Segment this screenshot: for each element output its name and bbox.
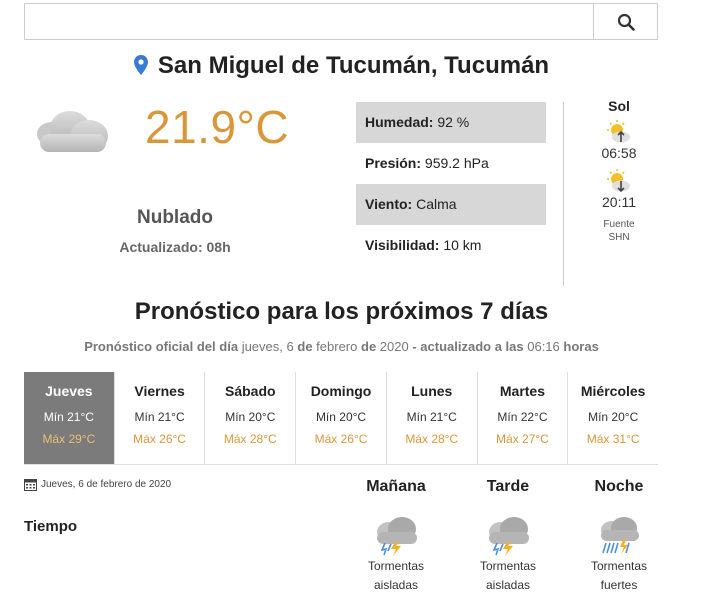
detail-value: 959.2 hPa (424, 155, 489, 171)
day-tab-domingo[interactable]: Domingo Mín 20°C Máx 26°C (296, 372, 387, 464)
search-button[interactable] (593, 4, 657, 39)
day-min: Mín 22°C (497, 410, 548, 424)
day-tab-lunes[interactable]: Lunes Mín 21°C Máx 28°C (387, 372, 478, 464)
subtitle-month: febrero (316, 339, 358, 354)
search-input[interactable] (25, 4, 593, 39)
day-name: Miércoles (580, 383, 646, 399)
updated-time: Actualizado: 08h (119, 239, 231, 255)
current-temperature: 21.9°C (145, 101, 290, 153)
day-name: Domingo (310, 383, 372, 399)
day-min: Mín 21°C (43, 410, 94, 424)
storm-cloud-icon (351, 516, 441, 556)
detail-date: Jueves, 6 de febrero de 2020 (24, 478, 171, 491)
day-tab-jueves[interactable]: Jueves Mín 21°C Máx 29°C (24, 372, 115, 464)
detail-value: 10 km (443, 237, 482, 253)
period-desc-2: fuertes (600, 578, 638, 592)
sunset-time: 20:11 (602, 194, 636, 210)
current-condition: Nublado (137, 207, 213, 228)
detail-value: Calma (416, 196, 457, 212)
subtitle-de: de (297, 339, 313, 354)
subtitle-updated: - actualizado a las (412, 339, 524, 354)
period-desc-1: Tormentas (367, 559, 425, 573)
day-tab-martes[interactable]: Martes Mín 22°C Máx 27°C (478, 372, 569, 464)
cloud-icon (32, 106, 112, 163)
heavy-storm-icon (574, 516, 664, 556)
detail-label: Viento: (365, 196, 413, 212)
source-label: Fuente (603, 219, 635, 230)
location-title: San Miguel de Tucumán, Tucumán (0, 52, 683, 80)
divider (563, 102, 564, 286)
sunrise-time: 06:58 (601, 145, 637, 161)
subtitle-year: 2020 (379, 339, 409, 354)
subtitle-time: 06:16 (527, 339, 560, 354)
location-name: San Miguel de Tucumán, Tucumán (157, 52, 550, 79)
day-tab-sabado[interactable]: Sábado Mín 20°C Máx 28°C (205, 372, 297, 464)
search-icon (617, 13, 635, 31)
detail-label: Humedad: (365, 114, 434, 130)
day-name: Lunes (411, 383, 453, 399)
day-max: Máx 29°C (42, 432, 96, 446)
subtitle-weekday: jueves, (241, 339, 283, 354)
detail-row-wind: Viento: Calma (356, 184, 546, 225)
period-name: Mañana (366, 478, 426, 495)
day-max: Máx 31°C (586, 432, 640, 446)
period-desc-1: Tormentas (479, 559, 537, 573)
day-tab-miercoles[interactable]: Miércoles Mín 20°C Máx 31°C (568, 372, 658, 464)
day-max: Máx 26°C (133, 432, 186, 446)
day-min: Mín 20°C (315, 410, 367, 424)
sun-title: Sol (608, 98, 630, 114)
period-noche: Noche Tormentas fuertes (574, 478, 664, 594)
subtitle-day: 6 (286, 339, 294, 354)
period-desc-1: Tormentas (590, 559, 648, 573)
day-min: Mín 21°C (134, 410, 185, 424)
details-table: Humedad: 92 % Presión: 959.2 hPa Viento:… (356, 102, 546, 266)
detail-label: Visibilidad: (365, 237, 440, 253)
forecast-days: Jueves Mín 21°C Máx 29°C Viernes Mín 21°… (24, 372, 658, 465)
sunset-icon (588, 168, 650, 194)
map-pin-icon (133, 55, 148, 75)
day-max: Máx 26°C (314, 432, 368, 446)
detail-row-pressure: Presión: 959.2 hPa (356, 143, 546, 184)
detail-row-humidity: Humedad: 92 % (356, 102, 546, 143)
period-desc-2: aisladas (373, 578, 419, 592)
sunrise-icon (588, 119, 650, 145)
period-tarde: Tarde Tormentas aisladas (463, 478, 553, 594)
day-min: Mín 21°C (406, 410, 457, 424)
subtitle-suffix: horas (563, 339, 599, 354)
day-max: Máx 27°C (496, 432, 549, 446)
period-manana: Mañana Tormentas aisladas (351, 478, 441, 594)
period-name: Tarde (486, 478, 530, 495)
forecast-title: Pronóstico para los próximos 7 días (134, 298, 549, 325)
storm-cloud-icon (463, 516, 553, 556)
day-name: Viernes (134, 383, 185, 399)
day-max: Máx 28°C (405, 432, 459, 446)
detail-label: Presión: (365, 155, 422, 171)
detail-row-visibility: Visibilidad: 10 km (356, 225, 546, 266)
day-max: Máx 28°C (223, 432, 277, 446)
tiempo-label: Tiempo (24, 518, 78, 535)
day-name: Jueves (45, 383, 93, 399)
forecast-subtitle: Pronóstico oficial del día jueves, 6 de … (0, 339, 683, 354)
source-name: SHN (608, 232, 630, 243)
day-min: Mín 20°C (588, 410, 639, 424)
sun-panel: Sol 06:58 20:11 Fuente SHN (588, 98, 650, 244)
day-name: Martes (499, 383, 546, 399)
search-bar (24, 3, 658, 40)
detail-date-text: Jueves, 6 de febrero de 2020 (41, 479, 172, 490)
period-name: Noche (594, 478, 644, 495)
day-tab-viernes[interactable]: Viernes Mín 21°C Máx 26°C (115, 372, 206, 464)
day-name: Sábado (225, 383, 276, 399)
detail-value: 92 % (437, 114, 470, 130)
period-desc-2: aisladas (485, 578, 531, 592)
day-min: Mín 20°C (225, 410, 276, 424)
calendar-icon (24, 479, 37, 491)
subtitle-prefix: Pronóstico oficial del día (84, 339, 239, 354)
subtitle-de: de (361, 339, 377, 354)
